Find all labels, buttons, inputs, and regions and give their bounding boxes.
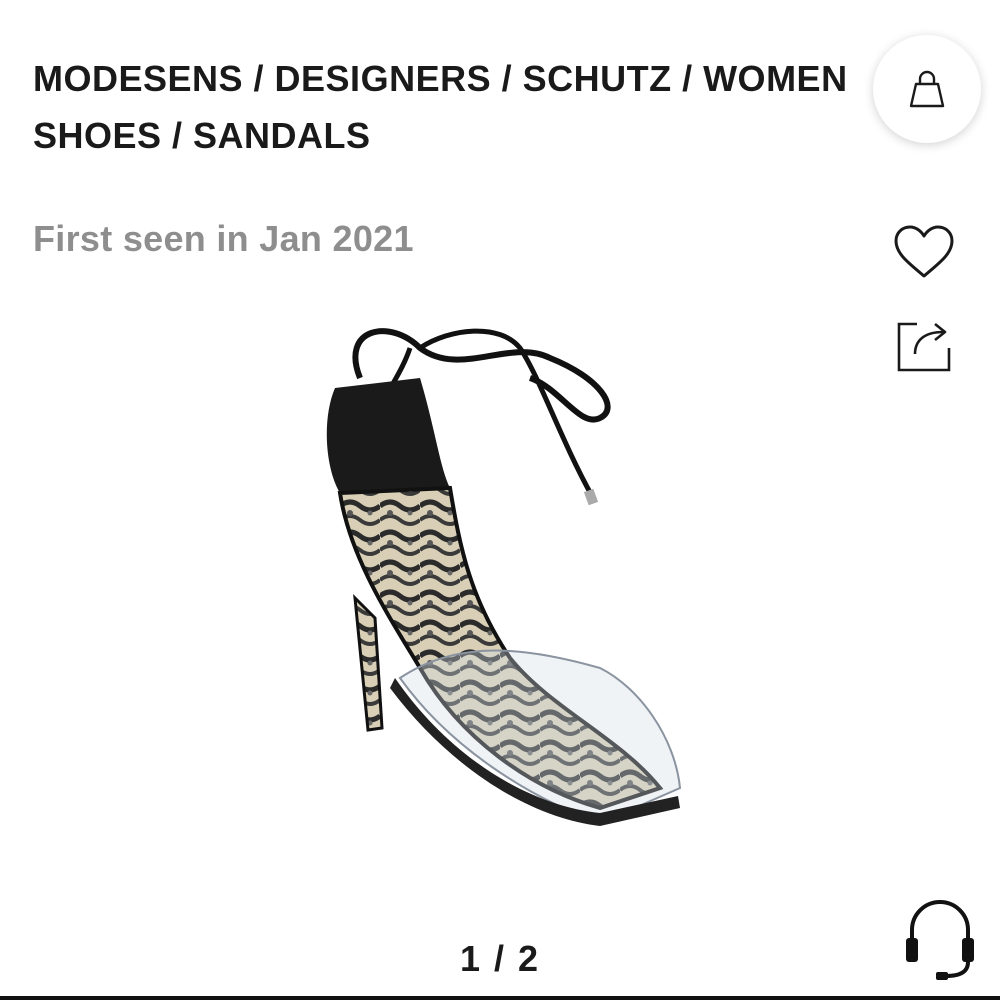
- share-icon: [897, 322, 951, 372]
- product-photo: [326, 328, 682, 826]
- heart-icon: [894, 225, 954, 278]
- cart-button[interactable]: [873, 35, 981, 143]
- first-seen-date: First seen in Jan 2021: [33, 218, 414, 259]
- product-image[interactable]: [300, 318, 700, 838]
- product-page: MODESENS / DESIGNERS / SCHUTZ / WOMEN SH…: [0, 0, 1000, 1000]
- gallery-pager: 1 / 2: [459, 938, 541, 979]
- breadcrumb-line-2[interactable]: SHOES / SANDALS: [33, 107, 893, 164]
- customer-support-button[interactable]: [900, 893, 980, 983]
- shopping-bag-icon: [909, 70, 945, 108]
- share-button[interactable]: [893, 316, 955, 376]
- breadcrumb-line-1[interactable]: MODESENS / DESIGNERS / SCHUTZ / WOMEN: [33, 50, 893, 107]
- headset-icon: [906, 900, 974, 980]
- bottom-divider: [0, 996, 1000, 1000]
- breadcrumb[interactable]: MODESENS / DESIGNERS / SCHUTZ / WOMEN SH…: [33, 50, 893, 170]
- favorite-button[interactable]: [890, 220, 958, 284]
